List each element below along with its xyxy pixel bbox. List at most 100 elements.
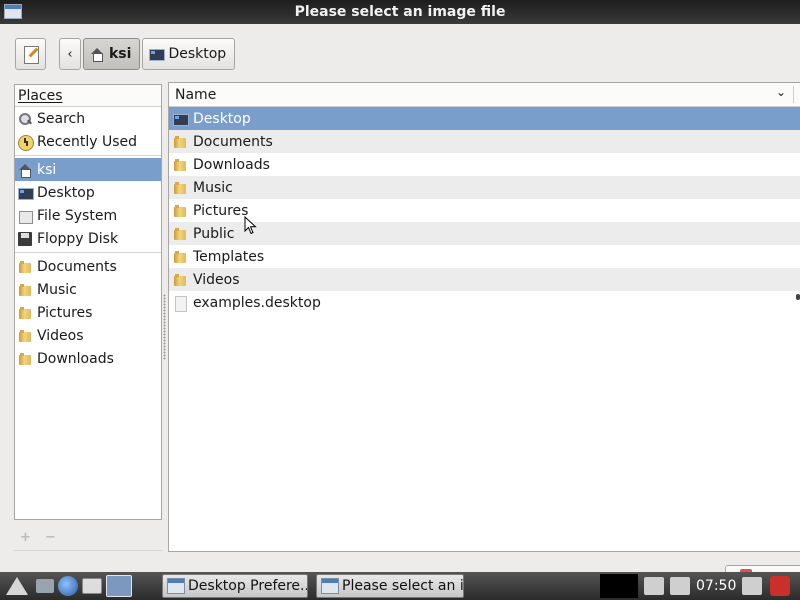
breadcrumb-label: ksi	[109, 46, 132, 62]
folder-icon	[173, 227, 187, 241]
desktop-icon	[149, 47, 166, 61]
window-icon[interactable]	[4, 4, 22, 19]
sidebar-item-recently-used[interactable]: Recently Used	[15, 130, 161, 153]
sidebar-item-documents[interactable]: Documents	[15, 255, 161, 278]
clock[interactable]: 07:50	[696, 578, 736, 594]
floppy-icon	[18, 231, 32, 246]
sidebar-item-label: Desktop	[37, 184, 95, 201]
window-titlebar[interactable]: Please select an image file	[0, 0, 800, 24]
places-header-label: Places	[18, 87, 63, 104]
folder-icon	[173, 204, 187, 218]
edit-location-icon	[22, 45, 40, 64]
file-icon	[173, 295, 187, 312]
edit-location-button[interactable]	[15, 38, 46, 70]
file-list: Name ⌄ Desktop Documents Downloads Music…	[168, 82, 800, 552]
places-sidebar: Places Search Recently Used ksi Desktop …	[14, 84, 162, 520]
file-name: Pictures	[193, 202, 249, 219]
sidebar-item-label: Pictures	[37, 304, 93, 321]
file-row-pictures[interactable]: Pictures	[169, 199, 800, 222]
show-desktop-icon[interactable]	[106, 575, 132, 597]
places-header[interactable]: Places	[15, 85, 161, 107]
file-row-templates[interactable]: Templates	[169, 245, 800, 268]
folder-icon	[173, 135, 187, 149]
file-name: examples.desktop	[193, 294, 321, 311]
remove-bookmark-button[interactable]: −	[45, 530, 56, 545]
file-row-public[interactable]: Public	[169, 222, 800, 245]
sidebar-item-label: Music	[37, 281, 77, 298]
recent-icon	[18, 134, 34, 151]
file-row-downloads[interactable]: Downloads	[169, 153, 800, 176]
sidebar-item-music[interactable]: Music	[15, 278, 161, 301]
chevron-down-icon: ⌄	[775, 85, 786, 99]
sidebar-item-desktop[interactable]: Desktop	[15, 181, 161, 204]
file-name: Templates	[193, 248, 265, 265]
sidebar-item-search[interactable]: Search	[15, 107, 161, 130]
power-icon[interactable]	[770, 576, 791, 596]
sidebar-item-label: Floppy Disk	[37, 230, 119, 247]
file-row-examples-desktop[interactable]: examples.desktop	[169, 291, 800, 314]
home-icon	[90, 47, 104, 62]
file-row-desktop[interactable]: Desktop	[169, 107, 800, 130]
path-back-button[interactable]: ‹	[59, 38, 81, 70]
filesystem-icon	[18, 209, 33, 224]
places-tools: + −	[20, 530, 56, 545]
folder-icon	[173, 158, 187, 172]
folder-icon	[173, 250, 187, 264]
start-menu-icon[interactable]	[2, 574, 32, 598]
desktop-icon	[18, 186, 34, 200]
file-name: Public	[193, 225, 235, 242]
sidebar-item-pictures[interactable]: Pictures	[15, 301, 161, 324]
scrollbar-indicator[interactable]	[796, 294, 800, 300]
search-icon	[18, 112, 32, 126]
taskbar-item-select-image[interactable]: Please select an i...	[316, 574, 464, 598]
sidebar-item-floppy-disk[interactable]: Floppy Disk	[15, 227, 161, 250]
column-header-name[interactable]: Name ⌄	[169, 83, 800, 107]
battery-icon[interactable]	[742, 577, 763, 595]
sidebar-item-downloads[interactable]: Downloads	[15, 347, 161, 370]
chevron-left-icon: ‹	[67, 46, 73, 62]
folder-icon	[173, 273, 187, 287]
sidebar-item-label: Downloads	[37, 350, 114, 367]
sidebar-item-label: Videos	[37, 327, 84, 344]
location-toolbar: ‹ ksi Desktop	[15, 38, 237, 70]
sidebar-item-label: Recently Used	[37, 133, 138, 150]
browser-icon[interactable]	[58, 576, 78, 596]
sidebar-item-label: ksi	[37, 161, 57, 178]
file-name: Videos	[193, 271, 240, 288]
folder-icon	[18, 306, 32, 320]
file-name: Downloads	[193, 156, 270, 173]
breadcrumb-label: Desktop	[168, 46, 227, 62]
file-row-documents[interactable]: Documents	[169, 130, 800, 153]
file-chooser-dialog: ‹ ksi Desktop Places Search Recently Use…	[0, 24, 800, 595]
taskbar: Desktop Prefere... Please select an i...…	[0, 572, 800, 600]
folder-icon	[18, 352, 32, 366]
folder-icon	[18, 260, 32, 274]
sidebar-item-label: File System	[37, 207, 118, 224]
network-icon[interactable]	[644, 577, 664, 595]
home-icon	[18, 163, 32, 178]
search-icon[interactable]	[670, 577, 690, 595]
file-name: Music	[193, 179, 233, 196]
window-switcher-icon[interactable]	[82, 578, 102, 594]
taskbar-item-desktop-preferences[interactable]: Desktop Prefere...	[162, 574, 308, 598]
sidebar-item-label: Documents	[37, 258, 117, 275]
sidebar-item-file-system[interactable]: File System	[15, 204, 161, 227]
add-bookmark-button[interactable]: +	[20, 530, 31, 545]
column-header-label: Name	[175, 86, 217, 103]
places-tools-divider	[14, 550, 162, 551]
sidebar-item-videos[interactable]: Videos	[15, 324, 161, 347]
sidebar-item-label: Search	[37, 110, 86, 127]
file-row-videos[interactable]: Videos	[169, 268, 800, 291]
file-manager-icon[interactable]	[36, 579, 54, 593]
breadcrumb-desktop[interactable]: Desktop	[142, 38, 236, 70]
file-name: Documents	[193, 133, 273, 150]
window-icon	[167, 578, 185, 594]
sidebar-item-ksi[interactable]: ksi	[15, 158, 161, 181]
file-row-music[interactable]: Music	[169, 176, 800, 199]
desktop-icon	[173, 112, 189, 126]
folder-icon	[173, 181, 187, 195]
pane-resize-handle[interactable]	[163, 294, 166, 360]
tray-placeholder	[600, 574, 638, 598]
sidebar-divider	[15, 252, 161, 253]
breadcrumb-ksi[interactable]: ksi	[83, 38, 141, 70]
